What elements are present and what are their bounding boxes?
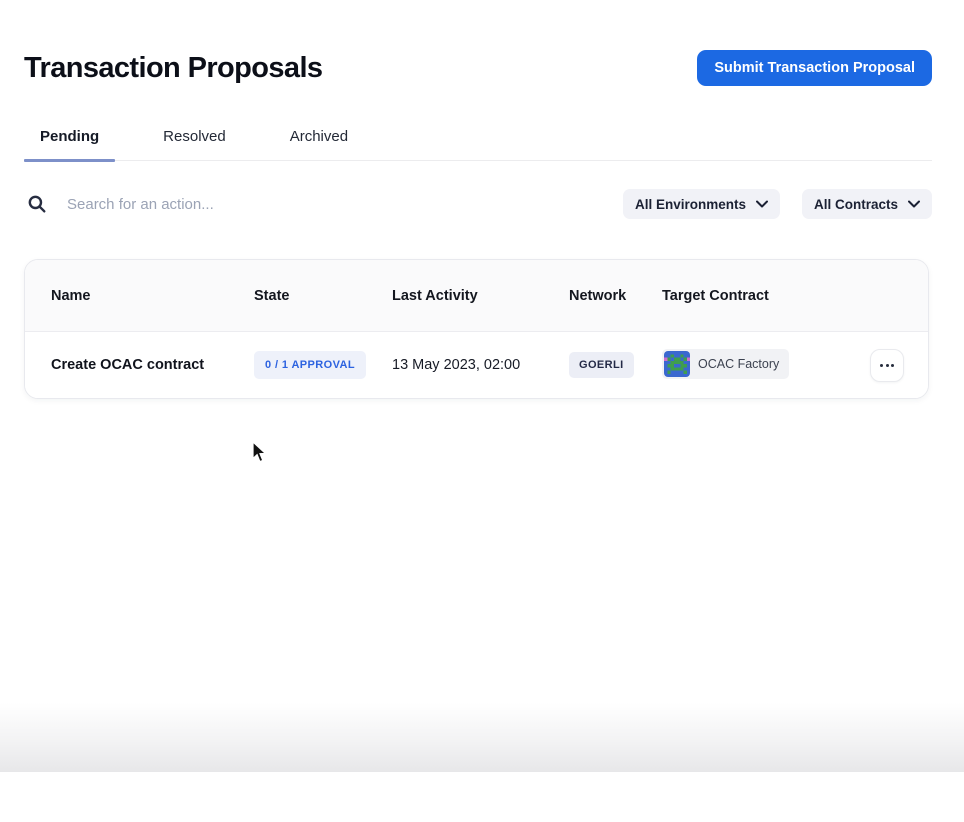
page-header: Transaction Proposals Submit Transaction… (24, 50, 932, 86)
transaction-proposals-page: Transaction Proposals Submit Transaction… (0, 50, 964, 399)
search-filter-row: All Environments All Contracts (24, 189, 932, 219)
all-environments-dropdown[interactable]: All Environments (623, 189, 780, 219)
tab-resolved[interactable]: Resolved (147, 116, 242, 160)
column-header-last-activity: Last Activity (392, 288, 569, 304)
last-activity-value: 13 May 2023, 02:00 (392, 357, 569, 373)
all-contracts-dropdown[interactable]: All Contracts (802, 189, 932, 219)
table-row[interactable]: Create OCAC contract 0 / 1 APPROVAL 13 M… (25, 331, 928, 398)
proposals-table-card: Name State Last Activity Network Target … (24, 259, 929, 399)
submit-transaction-proposal-button[interactable]: Submit Transaction Proposal (697, 50, 932, 86)
row-more-options-button[interactable] (870, 349, 904, 382)
approval-status-badge: 0 / 1 APPROVAL (254, 351, 366, 379)
page-title: Transaction Proposals (24, 52, 322, 85)
more-options-icon (880, 364, 883, 367)
target-contract-chip[interactable]: OCAC Factory (662, 349, 789, 379)
all-environments-dropdown-label: All Environments (635, 197, 746, 212)
column-header-name: Name (51, 288, 254, 304)
chevron-down-icon (756, 200, 768, 208)
column-header-target-contract: Target Contract (662, 288, 848, 304)
filters: All Environments All Contracts (623, 189, 932, 219)
contract-identicon (664, 351, 690, 377)
target-contract-cell: OCAC Factory (662, 349, 848, 382)
column-header-network: Network (569, 288, 662, 304)
state-cell: 0 / 1 APPROVAL (254, 351, 392, 379)
tab-pending[interactable]: Pending (24, 116, 115, 160)
actions-cell (848, 349, 904, 382)
column-header-state: State (254, 288, 392, 304)
table-header-row: Name State Last Activity Network Target … (25, 260, 928, 331)
tab-bar: Pending Resolved Archived (24, 116, 932, 161)
network-cell: GOERLI (569, 352, 662, 378)
target-contract-name: OCAC Factory (698, 357, 779, 371)
search-area (24, 194, 623, 214)
proposal-name: Create OCAC contract (51, 357, 254, 373)
mouse-cursor (252, 441, 268, 469)
network-badge: GOERLI (569, 352, 634, 378)
search-input[interactable] (67, 196, 487, 213)
search-icon (27, 194, 47, 214)
chevron-down-icon (908, 200, 920, 208)
all-contracts-dropdown-label: All Contracts (814, 197, 898, 212)
tab-archived[interactable]: Archived (274, 116, 364, 160)
